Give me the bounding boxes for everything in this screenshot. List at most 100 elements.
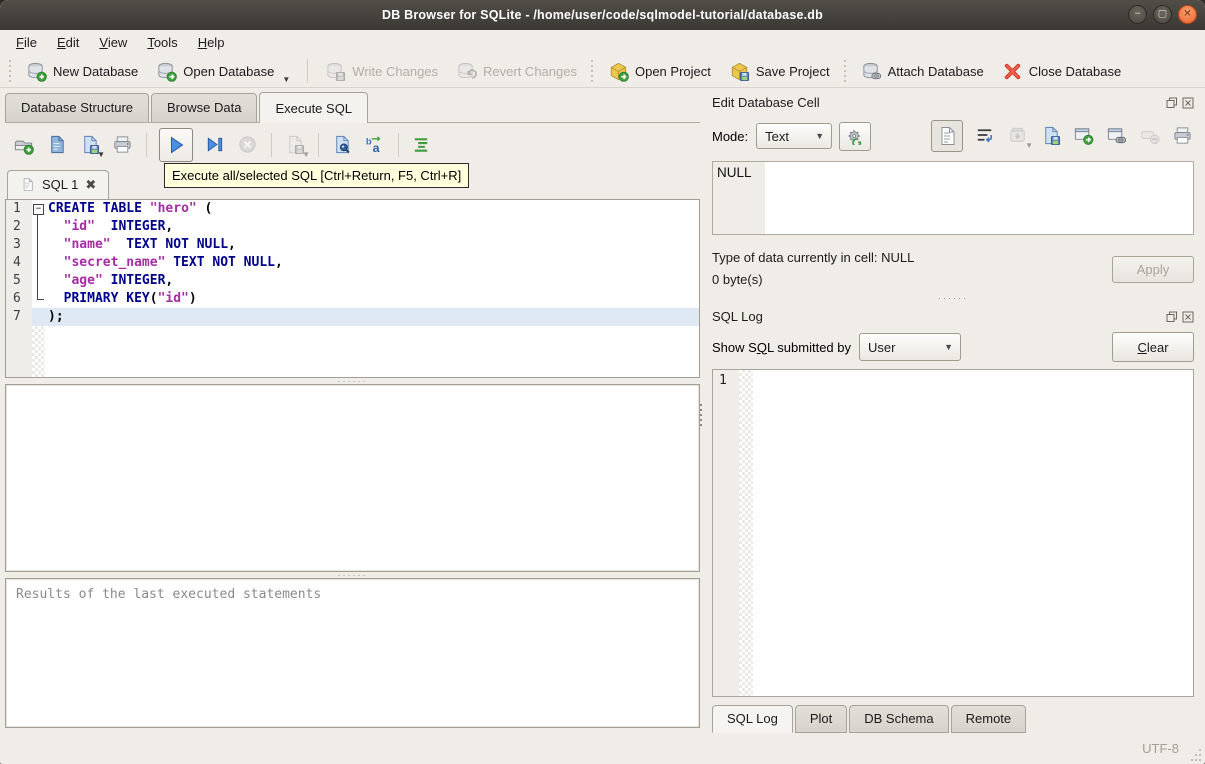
dropdown-arrow-icon[interactable]: ▼ [282,75,290,84]
export-text-button[interactable] [1040,125,1062,147]
new-tab-icon [13,134,34,155]
replace-button[interactable]: ba [364,134,386,156]
splitter-cell-log[interactable]: ······ [712,291,1194,306]
close-tab-icon[interactable]: ✖ [85,178,96,191]
tab-execute-sql[interactable]: Execute SQL [259,92,369,123]
tab-browse-data[interactable]: Browse Data [151,93,258,122]
main-toolbar: New Database Open Database ▼ Write Changes R… [0,55,1205,88]
clear-log-button[interactable]: Clear [1112,332,1194,362]
new-database-button[interactable]: New Database [17,57,147,86]
tooltip: Execute all/selected SQL [Ctrl+Return, F… [164,163,470,188]
toolbar-button-label: Open Database [183,63,275,79]
menu-file[interactable]: File [6,32,47,53]
log-filter-label: Show SQL submitted by [712,339,851,355]
bottom-tab-db-schema[interactable]: DB Schema [849,705,949,733]
app-window: DB Browser for SQLite - /home/user/code/… [0,0,1205,764]
editor-line-3[interactable]: 3 "name" TEXT NOT NULL, [6,236,699,254]
line-number: 3 [6,236,32,254]
new-tab-button[interactable] [13,134,35,156]
sql-log-area[interactable]: 1 [712,369,1194,697]
close-panel-icon[interactable] [1182,311,1194,323]
log-filter-select[interactable]: User ▼ [859,333,961,361]
dropdown-arrow-icon[interactable]: ▼ [302,150,310,159]
mode-select[interactable]: Text ▼ [756,123,833,149]
close-panel-icon[interactable] [1182,97,1194,109]
menu-view[interactable]: View [89,32,137,53]
toolbar-grip [588,60,596,82]
attach-database-button[interactable]: Attach Database [852,57,993,86]
line-number: 6 [6,290,32,308]
fold-marker-icon[interactable]: − [32,200,45,218]
dropdown-arrow-icon[interactable]: ▼ [97,150,105,159]
toolbar-button-label: New Database [53,63,139,79]
menu-tools[interactable]: Tools [137,32,187,53]
tab-sql-1[interactable]: SQL 1 ✖ [7,170,110,199]
chevron-down-icon: ▼ [815,131,825,141]
open-external-button[interactable] [1073,125,1095,147]
save-sql-file-button[interactable]: ▼ [79,134,105,159]
menu-help[interactable]: Help [188,32,235,53]
set-null-button [1139,125,1161,147]
editor-line-2[interactable]: 2 "id" INTEGER, [6,218,699,236]
save-project-button[interactable]: Save Project [720,57,839,86]
format-sql-button[interactable] [411,134,433,156]
results-placeholder: Results of the last executed statements [16,587,322,602]
copy-link-button[interactable] [1106,125,1128,147]
replace-icon: ba [364,134,385,155]
execute-line-button[interactable] [204,134,226,156]
toolbar-separator [271,133,272,157]
cell-value-editor[interactable]: NULL [712,161,1194,235]
open-project-button[interactable]: Open Project [599,57,720,86]
find-button[interactable] [331,134,353,156]
toolbar-button-label: Open Project [634,63,711,79]
word-wrap-icon [974,125,995,146]
editor-line-5[interactable]: 5 "age" INTEGER, [6,272,699,290]
close-button[interactable]: ✕ [1178,5,1197,24]
resize-grip[interactable] [1189,748,1202,761]
maximize-button[interactable]: ▢ [1153,5,1172,24]
apply-button[interactable]: Apply [1112,255,1194,283]
editor-line-7[interactable]: 7); [6,308,699,326]
export-text-icon [1040,125,1061,146]
sql-document-icon [20,177,35,192]
code-text: ); [45,308,699,326]
editor-line-6[interactable]: 6 PRIMARY KEY("id") [6,290,699,308]
print-icon [1172,125,1193,146]
sql-editor[interactable]: 1− CREATE TABLE "hero" (2 "id" INTEGER, 3 … [5,199,700,378]
print-button[interactable] [112,134,134,156]
toolbar-button-label: Write Changes [352,63,439,79]
results-grid-pane[interactable] [5,384,700,572]
results-message-pane[interactable]: Results of the last executed statements [5,578,700,728]
cell-type-text: Type of data currently in cell: NULL [712,250,915,265]
float-panel-icon[interactable] [1166,311,1178,323]
minimize-button[interactable]: − [1128,5,1147,24]
open-sql-file-button[interactable] [46,134,68,156]
edit-cell-header: Edit Database Cell [712,92,1194,113]
open-project-icon [608,61,629,82]
fold-margin [32,290,45,308]
editor-line-1[interactable]: 1− CREATE TABLE "hero" ( [6,200,699,218]
execute-sql-page: ▼ ▼ b a SQL 1 ✖ 1− CREATE TABLE "hero" (2 "i… [5,122,700,728]
float-panel-icon[interactable] [1166,97,1178,109]
toolbar-grip [841,60,849,82]
bottom-tab-plot[interactable]: Plot [794,705,848,733]
fold-margin [32,272,45,290]
sql-log-controls: Show SQL submitted by User ▼ Clear [712,331,1194,363]
word-wrap-button[interactable] [974,125,996,147]
close-database-button[interactable]: Close Database [993,57,1131,86]
save-project-icon [729,61,750,82]
encoding-indicator: UTF-8 [1142,741,1179,756]
cell-mode-row: Mode: Text ▼ ▼ [712,119,1194,153]
execute-all-button[interactable] [159,128,193,162]
bottom-tab-sql-log[interactable]: SQL Log [712,705,793,733]
editor-line-4[interactable]: 4 "secret_name" TEXT NOT NULL, [6,254,699,272]
open-database-button[interactable]: Open Database ▼ [147,57,299,86]
tab-database-structure[interactable]: Database Structure [5,93,150,122]
menu-edit[interactable]: Edit [47,32,89,53]
set-null-icon [1139,125,1160,146]
chevron-down-icon: ▼ [944,342,953,352]
auto-mode-button[interactable] [839,121,872,151]
print-button[interactable] [1172,125,1194,147]
text-mode-button[interactable] [931,120,963,152]
bottom-tab-remote[interactable]: Remote [950,705,1027,733]
